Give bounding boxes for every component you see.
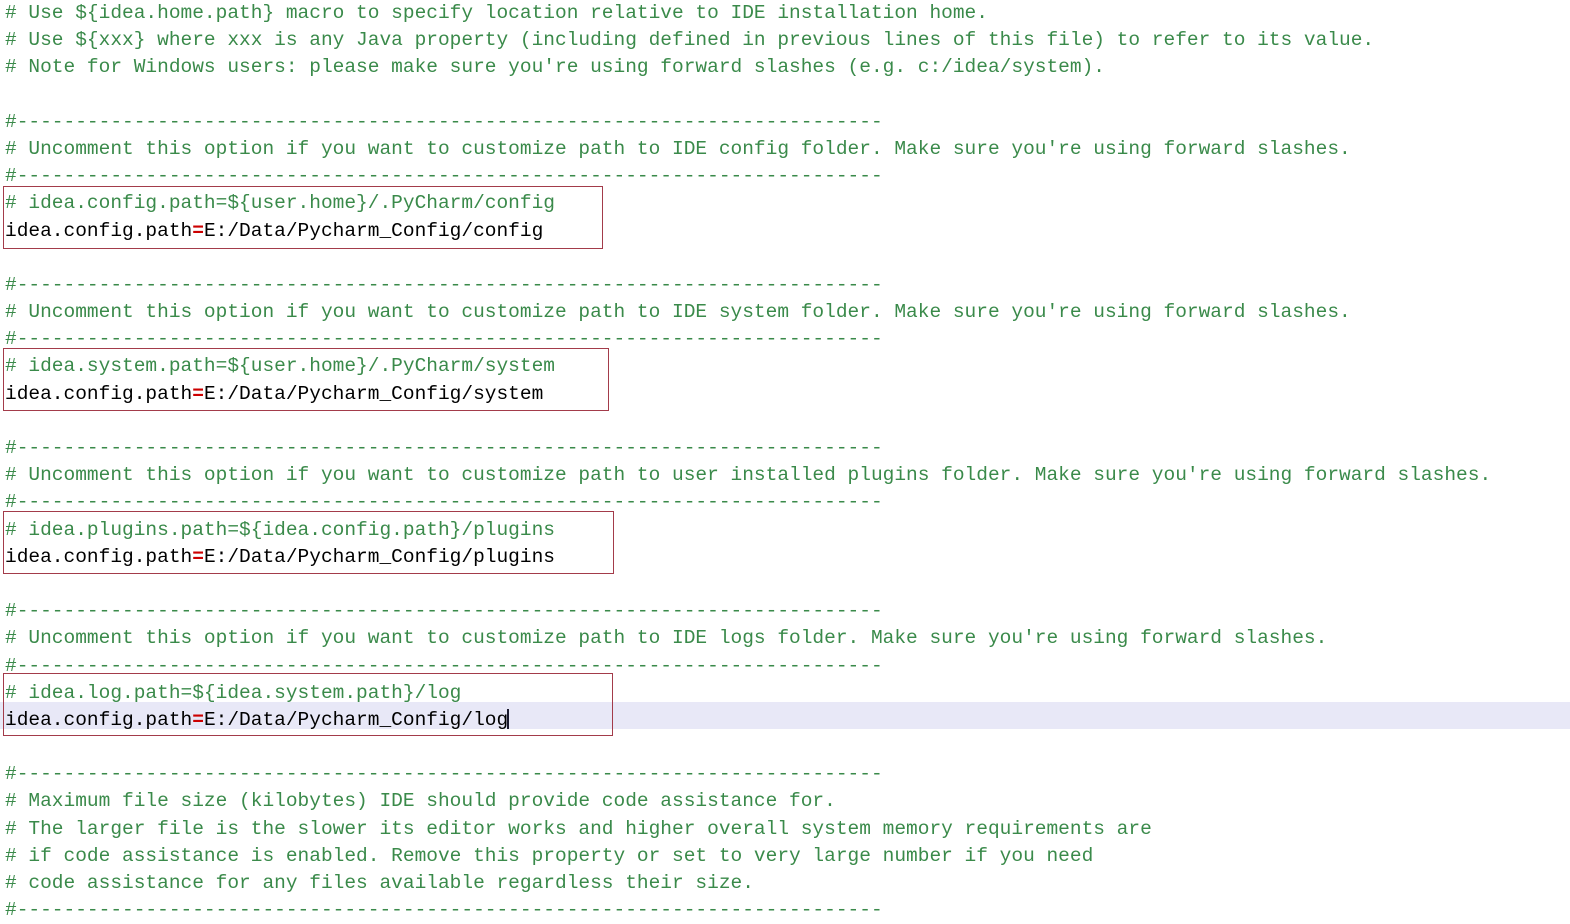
comment-line[interactable]: # Uncomment this option if you want to c…: [0, 462, 1491, 489]
code-text-layer[interactable]: # Use ${idea.home.path} macro to specify…: [0, 0, 1491, 924]
property-line[interactable]: idea.config.path=E:/Data/Pycharm_Config/…: [0, 544, 1491, 571]
comment-line[interactable]: #---------------------------------------…: [0, 653, 1491, 680]
property-equals-sign: =: [192, 382, 204, 405]
comment-text: # if code assistance is enabled. Remove …: [5, 844, 1094, 867]
comment-line[interactable]: # Use ${xxx} where xxx is any Java prope…: [0, 27, 1491, 54]
text-caret: [507, 708, 510, 729]
property-value: E:/Data/Pycharm_Config/config: [203, 219, 544, 242]
comment-line[interactable]: # Use ${idea.home.path} macro to specify…: [0, 0, 1491, 27]
blank-line[interactable]: [0, 571, 1491, 598]
blank-line[interactable]: [0, 734, 1491, 761]
comment-line[interactable]: #---------------------------------------…: [0, 435, 1491, 462]
property-key: idea.config.path: [5, 708, 193, 731]
comment-text: #---------------------------------------…: [5, 491, 883, 514]
comment-text: # idea.log.path=${idea.system.path}/log: [5, 681, 462, 704]
comment-line[interactable]: # Uncomment this option if you want to c…: [0, 299, 1491, 326]
comment-line[interactable]: # The larger file is the slower its edit…: [0, 816, 1491, 843]
comment-text: # Uncomment this option if you want to c…: [5, 137, 1351, 160]
blank-line[interactable]: [0, 82, 1491, 109]
property-line[interactable]: idea.config.path=E:/Data/Pycharm_Config/…: [0, 381, 1491, 408]
property-value: E:/Data/Pycharm_Config/log: [203, 708, 509, 731]
property-key: idea.config.path: [5, 219, 193, 242]
comment-text: #---------------------------------------…: [5, 899, 883, 922]
comment-text: # idea.config.path=${user.home}/.PyCharm…: [5, 192, 555, 215]
comment-text: #---------------------------------------…: [5, 763, 883, 786]
comment-line[interactable]: # Uncomment this option if you want to c…: [0, 136, 1491, 163]
comment-line[interactable]: #---------------------------------------…: [0, 598, 1491, 625]
comment-line[interactable]: #---------------------------------------…: [0, 109, 1491, 136]
comment-text: #---------------------------------------…: [5, 600, 883, 623]
property-line[interactable]: idea.config.path=E:/Data/Pycharm_Config/…: [0, 707, 1491, 734]
comment-text: #---------------------------------------…: [5, 165, 883, 188]
comment-line[interactable]: #---------------------------------------…: [0, 163, 1491, 190]
property-equals-sign: =: [192, 545, 204, 568]
comment-line[interactable]: # code assistance for any files availabl…: [0, 870, 1491, 897]
comment-line[interactable]: # idea.config.path=${user.home}/.PyCharm…: [0, 190, 1491, 217]
comment-text: # Uncomment this option if you want to c…: [5, 301, 1351, 324]
comment-line[interactable]: # if code assistance is enabled. Remove …: [0, 843, 1491, 870]
comment-text: # idea.system.path=${user.home}/.PyCharm…: [5, 355, 555, 378]
comment-line[interactable]: # Maximum file size (kilobytes) IDE shou…: [0, 788, 1491, 815]
property-value: E:/Data/Pycharm_Config/system: [203, 382, 544, 405]
comment-text: #---------------------------------------…: [5, 654, 883, 677]
comment-text: # Note for Windows users: please make su…: [5, 56, 1105, 79]
comment-text: # Use ${idea.home.path} macro to specify…: [5, 2, 988, 24]
comment-text: #---------------------------------------…: [5, 437, 883, 459]
comment-text: #---------------------------------------…: [5, 273, 883, 296]
blank-line[interactable]: [0, 245, 1491, 272]
comment-line[interactable]: #---------------------------------------…: [0, 272, 1491, 299]
comment-line[interactable]: # idea.log.path=${idea.system.path}/log: [0, 680, 1491, 707]
comment-line[interactable]: #---------------------------------------…: [0, 761, 1491, 788]
comment-line[interactable]: #---------------------------------------…: [0, 897, 1491, 924]
comment-text: # code assistance for any files availabl…: [5, 872, 754, 894]
comment-line[interactable]: #---------------------------------------…: [0, 489, 1491, 516]
comment-line[interactable]: #---------------------------------------…: [0, 326, 1491, 353]
properties-file-editor[interactable]: # Use ${idea.home.path} macro to specify…: [0, 0, 1570, 921]
property-equals-sign: =: [192, 708, 204, 731]
comment-text: # idea.plugins.path=${idea.config.path}/…: [5, 518, 555, 541]
comment-line[interactable]: # Note for Windows users: please make su…: [0, 54, 1491, 81]
comment-text: # Uncomment this option if you want to c…: [5, 464, 1492, 487]
property-key: idea.config.path: [5, 545, 193, 568]
property-line[interactable]: idea.config.path=E:/Data/Pycharm_Config/…: [0, 218, 1491, 245]
comment-text: # Uncomment this option if you want to c…: [5, 627, 1328, 650]
property-equals-sign: =: [192, 219, 204, 242]
comment-text: #---------------------------------------…: [5, 110, 883, 133]
property-value: E:/Data/Pycharm_Config/plugins: [203, 545, 555, 568]
comment-line[interactable]: # idea.system.path=${user.home}/.PyCharm…: [0, 353, 1491, 380]
property-key: idea.config.path: [5, 382, 193, 405]
comment-line[interactable]: # idea.plugins.path=${idea.config.path}/…: [0, 517, 1491, 544]
comment-text: # Maximum file size (kilobytes) IDE shou…: [5, 790, 836, 813]
comment-text: #---------------------------------------…: [5, 328, 883, 351]
comment-line[interactable]: # Uncomment this option if you want to c…: [0, 625, 1491, 652]
comment-text: # Use ${xxx} where xxx is any Java prope…: [5, 29, 1375, 52]
comment-text: # The larger file is the slower its edit…: [5, 817, 1152, 840]
blank-line[interactable]: [0, 408, 1491, 435]
